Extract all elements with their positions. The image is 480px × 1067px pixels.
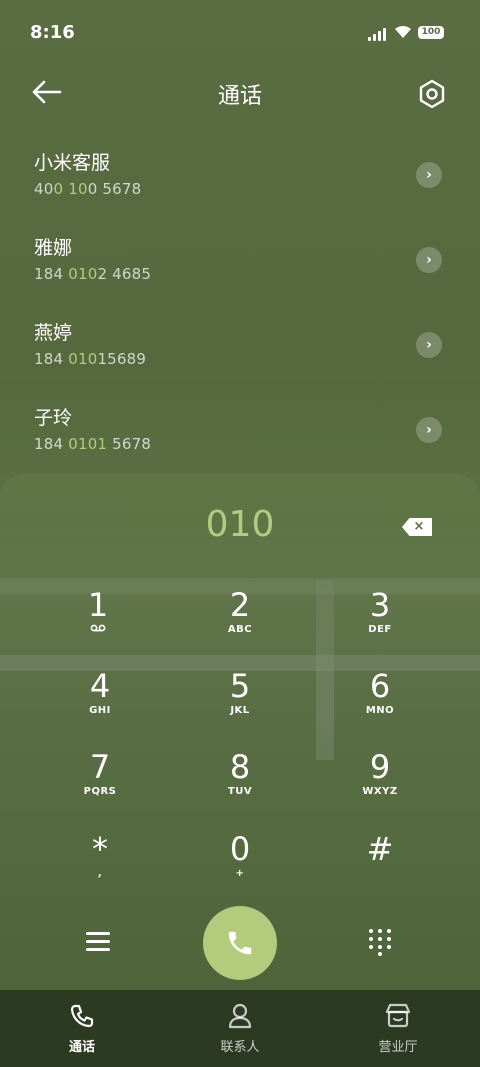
settings-icon xyxy=(419,79,445,109)
contact-name: 燕婷 xyxy=(34,322,73,344)
phone-icon xyxy=(70,1004,94,1028)
contact-row[interactable]: 子玲 184 0101 5678 › xyxy=(0,395,480,479)
bottom-tab-bar: 通话 联系人 营业厅 xyxy=(0,990,480,1067)
key-5[interactable]: 5 JKL xyxy=(180,667,300,743)
key-1[interactable]: 1 xyxy=(38,586,158,662)
settings-button[interactable] xyxy=(414,76,450,112)
key-6[interactable]: 6 MNO xyxy=(320,667,440,743)
contact-number: 184 0102 4685 xyxy=(34,265,152,283)
key-star[interactable]: * , xyxy=(40,830,160,906)
signal-icon xyxy=(368,28,388,41)
chevron-right-icon[interactable]: › xyxy=(416,162,442,188)
key-hash[interactable]: # xyxy=(320,830,440,906)
chevron-right-icon[interactable]: › xyxy=(416,417,442,443)
contact-row[interactable]: 雅娜 184 0102 4685 › xyxy=(0,225,480,309)
key-7[interactable]: 7 PQRS xyxy=(40,748,160,824)
key-8[interactable]: 8 TUV xyxy=(180,748,300,824)
contact-row[interactable]: 燕婷 184 01015689 › xyxy=(0,310,480,394)
voicemail-icon xyxy=(38,624,158,635)
person-icon xyxy=(228,1003,252,1029)
contact-number: 184 0101 5678 xyxy=(34,435,152,453)
contact-number: 400 100 5678 xyxy=(34,180,142,198)
contact-name: 子玲 xyxy=(34,407,73,429)
header: 通话 xyxy=(0,66,480,122)
chevron-right-icon[interactable]: › xyxy=(416,332,442,358)
contact-name: 雅娜 xyxy=(34,237,73,259)
page-title: 通话 xyxy=(217,84,262,109)
status-time: 8:16 xyxy=(30,22,75,43)
store-icon xyxy=(385,1003,411,1028)
status-bar: 8:16 100 xyxy=(0,0,480,66)
contact-row[interactable]: 小米客服 400 100 5678 › xyxy=(0,140,480,224)
key-3[interactable]: 3 DEF xyxy=(320,586,440,662)
key-9[interactable]: 9 WXYZ xyxy=(320,748,440,824)
menu-icon[interactable] xyxy=(84,930,114,954)
call-button[interactable] xyxy=(203,906,277,980)
contact-number: 184 01015689 xyxy=(34,350,147,368)
tab-calls[interactable]: 通话 xyxy=(2,990,162,1067)
tab-contacts[interactable]: 联系人 xyxy=(160,990,320,1067)
dialpad-icon[interactable] xyxy=(367,927,395,956)
battery-icon: 100 xyxy=(418,26,444,39)
key-4[interactable]: 4 GHI xyxy=(40,667,160,743)
tab-store[interactable]: 营业厅 xyxy=(318,990,478,1067)
chevron-right-icon[interactable]: › xyxy=(416,247,442,273)
contact-name: 小米客服 xyxy=(34,152,111,174)
key-0[interactable]: 0 + xyxy=(180,830,300,906)
wifi-icon xyxy=(394,25,412,43)
phone-icon xyxy=(228,931,252,955)
key-2[interactable]: 2 ABC xyxy=(180,586,300,662)
